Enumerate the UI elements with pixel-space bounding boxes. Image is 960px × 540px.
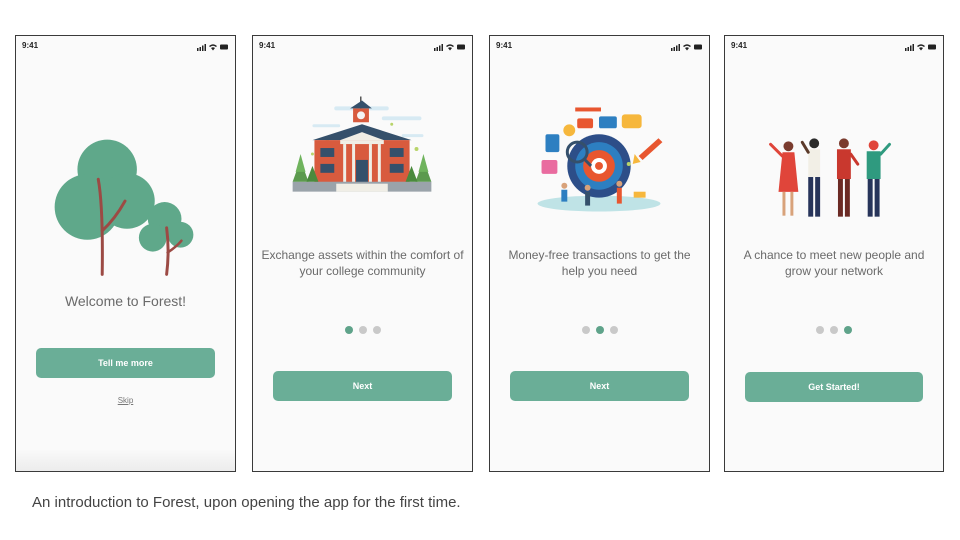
bottom-fade	[16, 449, 235, 471]
tree-illustration	[54, 139, 194, 276]
college-building-illustration	[292, 96, 432, 192]
page-dot-1-active	[344, 326, 353, 334]
status-time: 9:41	[259, 41, 276, 50]
next-button[interactable]: Next	[273, 371, 452, 401]
get-started-button[interactable]: Get Started!	[745, 372, 923, 402]
onboarding-caption: Exchange assets within the comfort of yo…	[261, 248, 464, 278]
status-time: 9:41	[496, 41, 513, 50]
page-dot-2	[830, 326, 838, 334]
page-dot-1	[581, 326, 590, 334]
welcome-title: Welcome to Forest!	[64, 293, 187, 309]
status-time: 9:41	[22, 41, 39, 50]
page-dot-3	[609, 326, 618, 334]
target-teamwork-illustration	[537, 107, 663, 212]
skip-link[interactable]: Skip	[16, 396, 235, 405]
tell-me-more-button[interactable]: Tell me more	[36, 348, 215, 378]
status-bar: 9:41	[496, 41, 703, 53]
page-indicator	[253, 326, 472, 334]
tree-crown	[167, 221, 194, 248]
status-icons	[434, 44, 465, 51]
status-icons	[905, 44, 936, 51]
tree-crown	[138, 223, 167, 252]
status-bar: 9:41	[731, 41, 937, 53]
status-bar: 9:41	[22, 41, 229, 53]
page-dot-3	[372, 326, 381, 334]
onboarding-screen-welcome: 9:41 Welcome to Forest! Tell me more Ski…	[15, 35, 236, 472]
status-bar: 9:41	[259, 41, 466, 53]
people-group-illustration	[769, 138, 891, 217]
tree-crown	[99, 173, 155, 229]
status-icons	[671, 44, 702, 51]
status-time: 9:41	[731, 41, 748, 50]
onboarding-screen-transactions: 9:41 Money-free transactions to get the	[489, 35, 710, 472]
next-button[interactable]: Next	[510, 371, 689, 401]
slide-footnote: An introduction to Forest, upon opening …	[32, 494, 461, 511]
page-indicator	[490, 326, 709, 334]
status-icons	[197, 44, 228, 51]
page-dot-2	[358, 326, 367, 334]
onboarding-caption: A chance to meet new people and grow you…	[743, 248, 925, 278]
page-dot-1	[816, 326, 824, 334]
onboarding-screen-exchange: 9:41 Exchange assets within the comfort …	[252, 35, 473, 472]
page-dot-2-active	[595, 326, 604, 334]
page-indicator	[725, 326, 943, 334]
onboarding-caption: Money-free transactions to get the help …	[508, 248, 691, 278]
page-dot-3-active	[844, 326, 852, 334]
onboarding-screen-network: 9:41 A chance to meet new people and gro…	[724, 35, 944, 472]
